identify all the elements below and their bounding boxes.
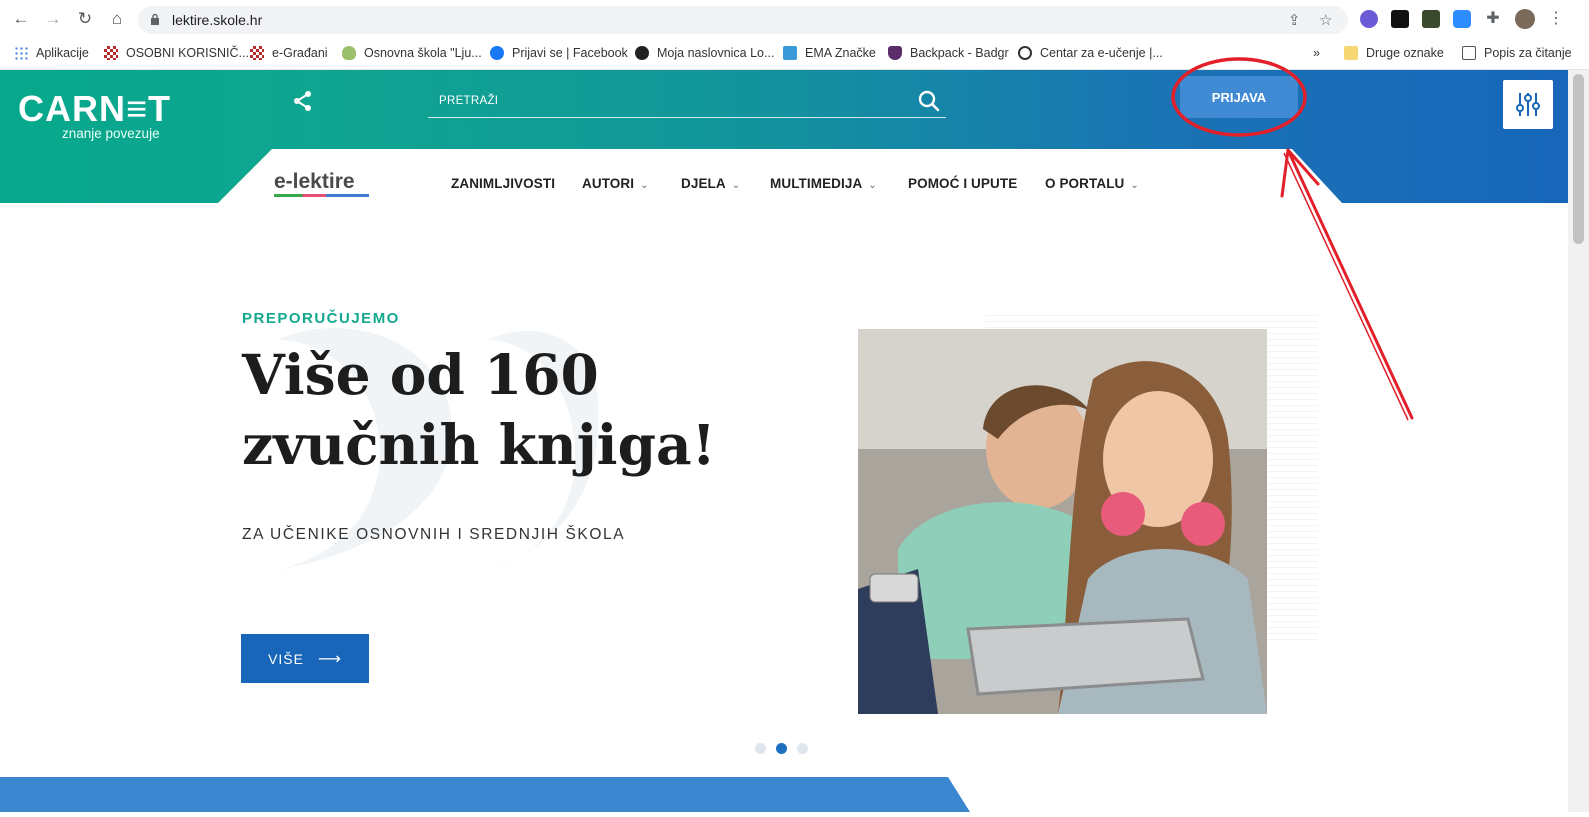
moodle-icon [635,46,649,60]
bookmark-label: EMA Značke [805,46,876,60]
folder-icon [1344,46,1358,60]
back-icon[interactable]: ← [11,9,31,29]
bookmarks-bar: Aplikacije OSOBNI KORISNIČ... e-Građani … [0,40,1589,66]
browser-chrome: ← → ↻ ⌂ lektire.skole.hr ⇪ ☆ ✚ ⋮ Aplikac… [0,0,1589,70]
bookmark-item[interactable]: Backpack - Badgr [888,43,1009,63]
bookmark-item[interactable]: Prijavi se | Facebook [490,43,628,63]
chevron-down-icon: ⌄ [640,180,649,191]
bookmark-item[interactable]: Osnovna škola "Lju... [342,43,482,63]
nav-label: AUTORI [582,176,635,191]
menu-kebab-icon[interactable]: ⋮ [1547,10,1565,28]
scrollbar-thumb[interactable] [1573,74,1584,244]
bookmark-label: Centar za e-učenje |... [1040,46,1163,60]
bookmark-label: OSOBNI KORISNIČ... [126,46,249,60]
more-bookmarks-button[interactable]: » [1313,43,1320,63]
nav-label: POMOĆ I UPUTE [908,176,1018,191]
e-lektire-logo[interactable]: e-lektire [274,170,355,194]
search-field[interactable]: PRETRAŽI [428,86,946,118]
bookmark-label: Popis za čitanje [1484,46,1572,60]
search-placeholder: PRETRAŽI [439,95,499,107]
bookmark-folder[interactable]: Druge oznake [1344,43,1444,63]
bookmark-item[interactable]: Moja naslovnica Lo... [635,43,774,63]
carousel-dot[interactable] [797,743,808,754]
logo-underline [274,194,369,197]
chevron-down-icon: ⌄ [868,180,877,191]
bookmark-label: Aplikacije [36,46,89,60]
home-icon[interactable]: ⌂ [107,9,127,29]
bookmark-apps[interactable]: Aplikacije [14,43,89,63]
bottom-section-band [0,777,1568,812]
nav-o-portalu[interactable]: O PORTALU ⌄ [1045,176,1139,191]
nav-label: DJELA [681,176,726,191]
chevron-down-icon: ⌄ [731,180,741,191]
reading-list-button[interactable]: Popis za čitanje [1462,43,1572,63]
bookmark-star-icon[interactable]: ☆ [1319,11,1332,29]
carousel-dot[interactable] [755,743,766,754]
extension-icon[interactable] [1422,10,1440,28]
nav-zanimljivosti[interactable]: ZANIMLJIVOSTI [451,176,555,191]
nav-label: ZANIMLJIVOSTI [451,176,556,191]
school-shield-icon [342,46,356,60]
nav-pomoc-i-upute[interactable]: POMOĆ I UPUTE [908,176,1017,191]
profile-avatar[interactable] [1515,9,1535,29]
bookmark-item[interactable]: e-Građani [250,43,328,63]
arrow-right-icon: ⟶ [317,650,342,668]
bookmark-item[interactable]: Centar za e-učenje |... [1018,43,1163,63]
puzzle-icon[interactable]: ✚ [1484,10,1502,28]
sliders-icon [1516,93,1540,116]
carnet-logo[interactable]: CARN≡T [18,88,171,130]
reload-icon[interactable]: ↻ [75,9,95,29]
bookmark-label: Druge oznake [1366,46,1444,60]
bookmark-label: Moja naslovnica Lo... [657,46,775,60]
nav-label: O PORTALU [1045,176,1125,191]
address-bar[interactable]: lektire.skole.hr ⇪ ☆ [138,6,1348,34]
ema-icon [783,46,797,60]
bookmark-label: e-Građani [272,46,328,60]
reading-list-icon [1462,46,1476,60]
search-icon[interactable] [918,90,940,112]
chevron-down-icon: ⌄ [1130,180,1139,191]
share-page-icon[interactable]: ⇪ [1288,11,1301,29]
bookmark-item[interactable]: EMA Značke [783,43,876,63]
apps-grid-icon [14,46,28,60]
accessibility-settings-button[interactable] [1503,80,1553,129]
page-scrollbar[interactable] [1568,70,1589,812]
headline-line: Više od 160 [242,342,599,407]
nav-autori[interactable]: AUTORI ⌄ [582,176,649,191]
url-text: lektire.skole.hr [172,12,263,28]
more-button-label: VIŠE [268,650,304,667]
logo-tagline: znanje povezuje [62,126,160,141]
bookmark-label: Osnovna škola "Lju... [364,46,482,60]
extension-icon[interactable] [1391,10,1409,28]
carousel-dot-active[interactable] [776,743,787,754]
hero-subline: ZA UČENIKE OSNOVNIH I SREDNJIH ŠKOLA [242,526,626,543]
nav-label: MULTIMEDIJA [770,176,863,191]
facebook-icon [490,46,504,60]
extension-icon[interactable] [1360,10,1378,28]
login-button[interactable]: PRIJAVA [1180,76,1298,118]
hero-photo-kids-with-tablet [858,329,1267,714]
nav-multimedija[interactable]: MULTIMEDIJA ⌄ [770,176,877,191]
backpack-icon [888,46,902,60]
hero-headline: Više od 160 zvučnih knjiga! [242,340,762,480]
zoom-extension-icon[interactable] [1453,10,1471,28]
more-button[interactable]: VIŠE ⟶ [241,634,369,683]
bookmark-item[interactable]: OSOBNI KORISNIČ... [104,43,249,63]
nav-djela[interactable]: DJELA ⌄ [681,176,740,191]
chevron-double-icon: » [1313,46,1320,60]
e-learning-icon [1018,46,1032,60]
toolbar: ← → ↻ ⌂ lektire.skole.hr ⇪ ☆ ✚ ⋮ [0,0,1589,38]
forward-icon[interactable]: → [43,9,63,29]
lock-icon [151,13,159,25]
bookmark-label: Prijavi se | Facebook [512,46,628,60]
share-icon[interactable] [292,90,314,112]
hero-kicker: PREPORUČUJEMO [242,310,400,327]
headline-line: zvučnih knjiga! [242,412,716,477]
bookmark-label: Backpack - Badgr [910,46,1009,60]
checker-icon [104,46,118,60]
checker-icon [250,46,264,60]
